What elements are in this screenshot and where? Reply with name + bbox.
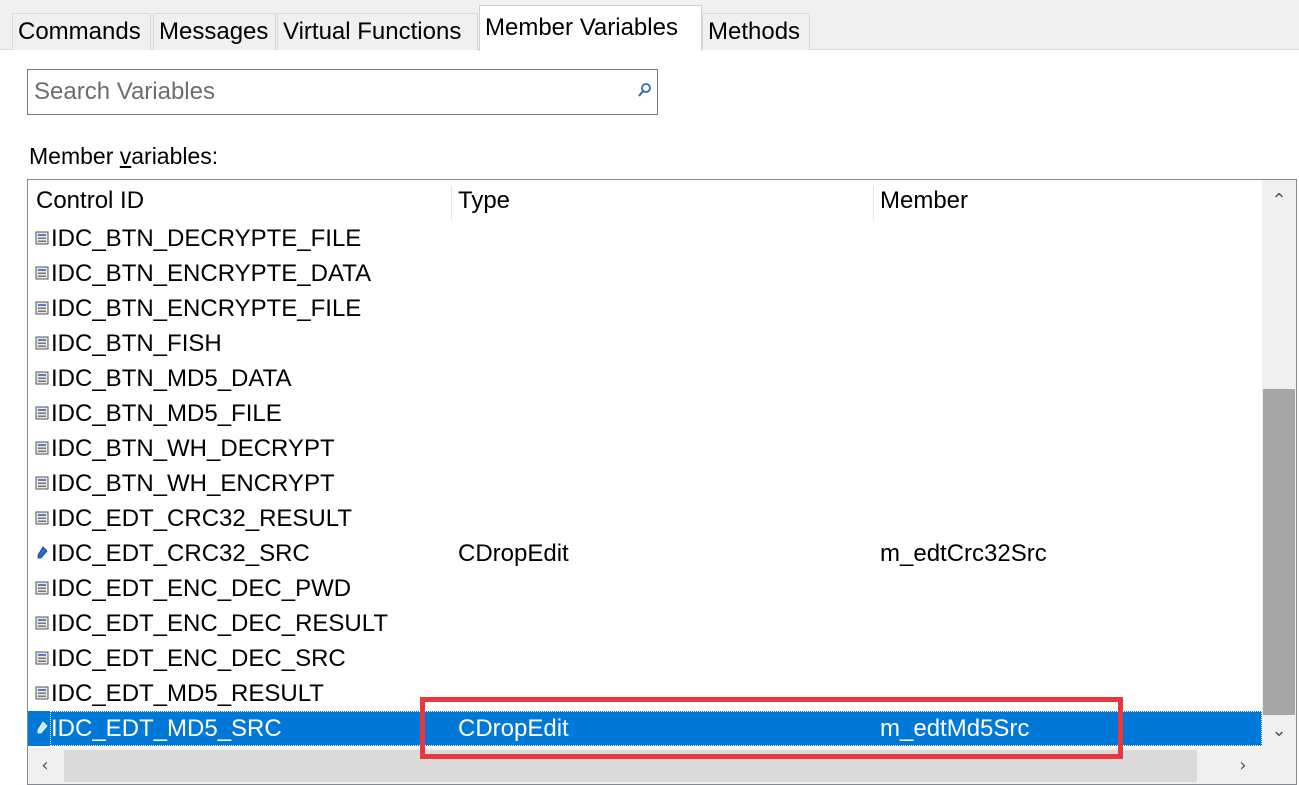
chevron-up-icon[interactable]: ⌃ [1262, 184, 1296, 218]
table-row[interactable]: IDC_BTN_DECRYPTE_FILE [28, 221, 1262, 256]
member-variable-icon [37, 546, 48, 559]
table-row[interactable]: IDC_EDT_MD5_SRC CDropEdit m_edtMd5Src [28, 711, 1262, 746]
button-control-icon [35, 651, 49, 665]
chevron-right-icon[interactable]: › [1226, 749, 1260, 783]
table-row[interactable]: IDC_EDT_ENC_DEC_RESULT [28, 606, 1262, 641]
control-id-cell: IDC_EDT_ENC_DEC_SRC [51, 645, 346, 672]
button-control-icon [35, 301, 49, 315]
table-row[interactable]: IDC_EDT_CRC32_SRC CDropEdit m_edtCrc32Src [28, 536, 1262, 571]
tab-member-variables[interactable]: Member Variables [479, 5, 702, 51]
control-id-cell: IDC_EDT_CRC32_RESULT [51, 505, 352, 532]
label-prefix: Member [29, 143, 120, 169]
control-id-cell: IDC_EDT_CRC32_SRC [51, 540, 310, 567]
control-id-cell: IDC_BTN_WH_DECRYPT [51, 435, 335, 462]
table-row[interactable]: IDC_BTN_MD5_DATA [28, 361, 1262, 396]
column-header-member[interactable]: Member [872, 180, 968, 222]
button-control-icon [35, 686, 49, 700]
horizontal-scroll-thumb[interactable] [64, 750, 1197, 782]
table-row[interactable]: IDC_BTN_FISH [28, 326, 1262, 361]
button-control-icon [35, 231, 49, 245]
button-control-icon [35, 616, 49, 630]
vertical-scroll-thumb[interactable] [1263, 389, 1295, 715]
button-control-icon [35, 511, 49, 525]
table-row[interactable]: IDC_BTN_WH_ENCRYPT [28, 466, 1262, 501]
tab-virtual-functions[interactable]: Virtual Functions [277, 13, 478, 50]
control-id-cell: IDC_BTN_ENCRYPTE_FILE [51, 295, 362, 322]
control-id-cell: IDC_BTN_FISH [51, 330, 222, 357]
chevron-down-icon[interactable]: ⌄ [1262, 714, 1296, 748]
button-control-icon [35, 441, 49, 455]
horizontal-scrollbar[interactable]: ‹ › [28, 748, 1262, 784]
control-id-cell: IDC_EDT_MD5_RESULT [51, 680, 324, 707]
scrollbar-corner [1262, 748, 1296, 784]
type-cell: CDropEdit [458, 715, 569, 742]
search-input[interactable] [28, 70, 628, 114]
member-variables-label: Member variables: [29, 140, 218, 172]
control-id-cell: IDC_BTN_WH_ENCRYPT [51, 470, 335, 497]
vertical-scrollbar[interactable]: ⌃ ⌄ [1262, 180, 1296, 750]
button-control-icon [35, 406, 49, 420]
tab-commands[interactable]: Commands [12, 13, 151, 50]
table-row[interactable]: IDC_BTN_ENCRYPTE_DATA [28, 256, 1262, 291]
search-icon[interactable] [636, 82, 652, 100]
table-row[interactable]: IDC_BTN_WH_DECRYPT [28, 431, 1262, 466]
table-row[interactable]: IDC_EDT_MD5_RESULT [28, 676, 1262, 711]
button-control-icon [35, 476, 49, 490]
button-control-icon [35, 371, 49, 385]
tab-strip: Commands Messages Virtual Functions Memb… [0, 0, 1299, 51]
control-id-cell: IDC_BTN_ENCRYPTE_DATA [51, 260, 372, 287]
control-id-cell: IDC_EDT_MD5_SRC [51, 715, 282, 742]
control-id-cell: IDC_BTN_MD5_DATA [51, 365, 292, 392]
tab-methods[interactable]: Methods [702, 13, 810, 50]
label-suffix: ariables: [131, 143, 219, 169]
type-cell: CDropEdit [458, 540, 569, 567]
control-id-cell: IDC_EDT_ENC_DEC_PWD [51, 575, 352, 602]
column-header-control-id[interactable]: Control ID [28, 180, 144, 222]
table-row[interactable]: IDC_BTN_ENCRYPTE_FILE [28, 291, 1262, 326]
member-variable-icon [37, 721, 48, 734]
member-variables-list[interactable]: Control ID Type Member IDC_BTN_DECRYPTE_… [27, 179, 1297, 785]
member-cell: m_edtMd5Src [880, 715, 1030, 742]
list-header: Control ID Type Member [28, 180, 1262, 222]
label-accelerator: v [119, 143, 132, 169]
tab-messages[interactable]: Messages [153, 13, 276, 50]
table-row[interactable]: IDC_EDT_ENC_DEC_PWD [28, 571, 1262, 606]
table-row[interactable]: IDC_EDT_ENC_DEC_SRC [28, 641, 1262, 676]
button-control-icon [35, 581, 49, 595]
table-row[interactable]: IDC_BTN_MD5_FILE [28, 396, 1262, 431]
column-header-type[interactable]: Type [450, 180, 510, 222]
button-control-icon [35, 336, 49, 350]
control-id-cell: IDC_BTN_DECRYPTE_FILE [51, 225, 362, 252]
member-cell: m_edtCrc32Src [880, 540, 1047, 567]
control-id-cell: IDC_BTN_MD5_FILE [51, 400, 282, 427]
search-box [27, 69, 658, 115]
chevron-left-icon[interactable]: ‹ [28, 749, 62, 783]
table-row[interactable]: IDC_EDT_CRC32_RESULT [28, 501, 1262, 536]
button-control-icon [35, 266, 49, 280]
control-id-cell: IDC_EDT_ENC_DEC_RESULT [51, 610, 388, 637]
